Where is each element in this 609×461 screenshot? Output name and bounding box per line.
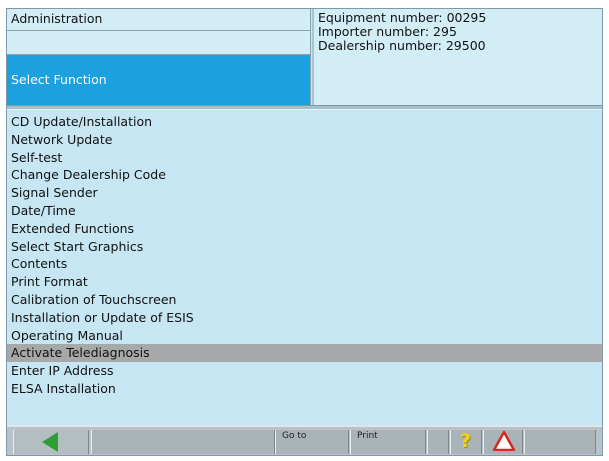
function-item[interactable]: CD Update/Installation xyxy=(7,113,602,131)
help-button[interactable]: ? xyxy=(450,430,482,454)
function-item[interactable]: Extended Functions xyxy=(7,220,602,238)
warning-icon xyxy=(493,431,515,451)
function-item[interactable]: Contents xyxy=(7,255,602,273)
function-item[interactable]: Date/Time xyxy=(7,202,602,220)
help-icon: ? xyxy=(460,430,472,452)
function-item[interactable]: Change Dealership Code xyxy=(7,166,602,184)
equipment-info-panel: Equipment number: 00295 Importer number:… xyxy=(312,9,602,105)
print-button[interactable]: Print xyxy=(350,430,426,454)
function-item[interactable]: Print Format xyxy=(7,273,602,291)
back-arrow-icon xyxy=(42,432,58,452)
header-blank-row xyxy=(7,31,310,55)
header-title: Administration xyxy=(7,9,310,31)
function-item[interactable]: Activate Telediagnosis xyxy=(7,344,602,363)
header-separator xyxy=(7,105,602,110)
function-list: CD Update/Installation Network Update Se… xyxy=(7,113,602,398)
header-select-function: Select Function xyxy=(7,55,310,105)
bottom-toolbar: Go to Print ? xyxy=(7,425,602,455)
function-item[interactable]: Select Start Graphics xyxy=(7,238,602,256)
toolbar-empty-slot xyxy=(91,430,275,454)
dealership-number: Dealership number: 29500 xyxy=(318,38,486,53)
toolbar-empty-slot xyxy=(524,430,596,454)
function-item[interactable]: Installation or Update of ESIS xyxy=(7,309,602,327)
diagnostic-screen: Administration Select Function Equipment… xyxy=(6,8,603,456)
function-item[interactable]: Self-test xyxy=(7,149,602,167)
importer-number: Importer number: 295 xyxy=(318,24,457,39)
function-item[interactable]: ELSA Installation xyxy=(7,380,602,398)
function-item[interactable]: Enter IP Address xyxy=(7,362,602,380)
function-item[interactable]: Network Update xyxy=(7,131,602,149)
function-item[interactable]: Operating Manual xyxy=(7,327,602,345)
equipment-number: Equipment number: 00295 xyxy=(318,10,487,25)
goto-button[interactable]: Go to xyxy=(275,430,349,454)
back-button[interactable] xyxy=(13,430,89,454)
function-item[interactable]: Calibration of Touchscreen xyxy=(7,291,602,309)
header-left-panel: Administration Select Function xyxy=(7,9,311,105)
function-item[interactable]: Signal Sender xyxy=(7,184,602,202)
toolbar-empty-slot xyxy=(427,430,449,454)
warning-button[interactable] xyxy=(483,430,523,454)
